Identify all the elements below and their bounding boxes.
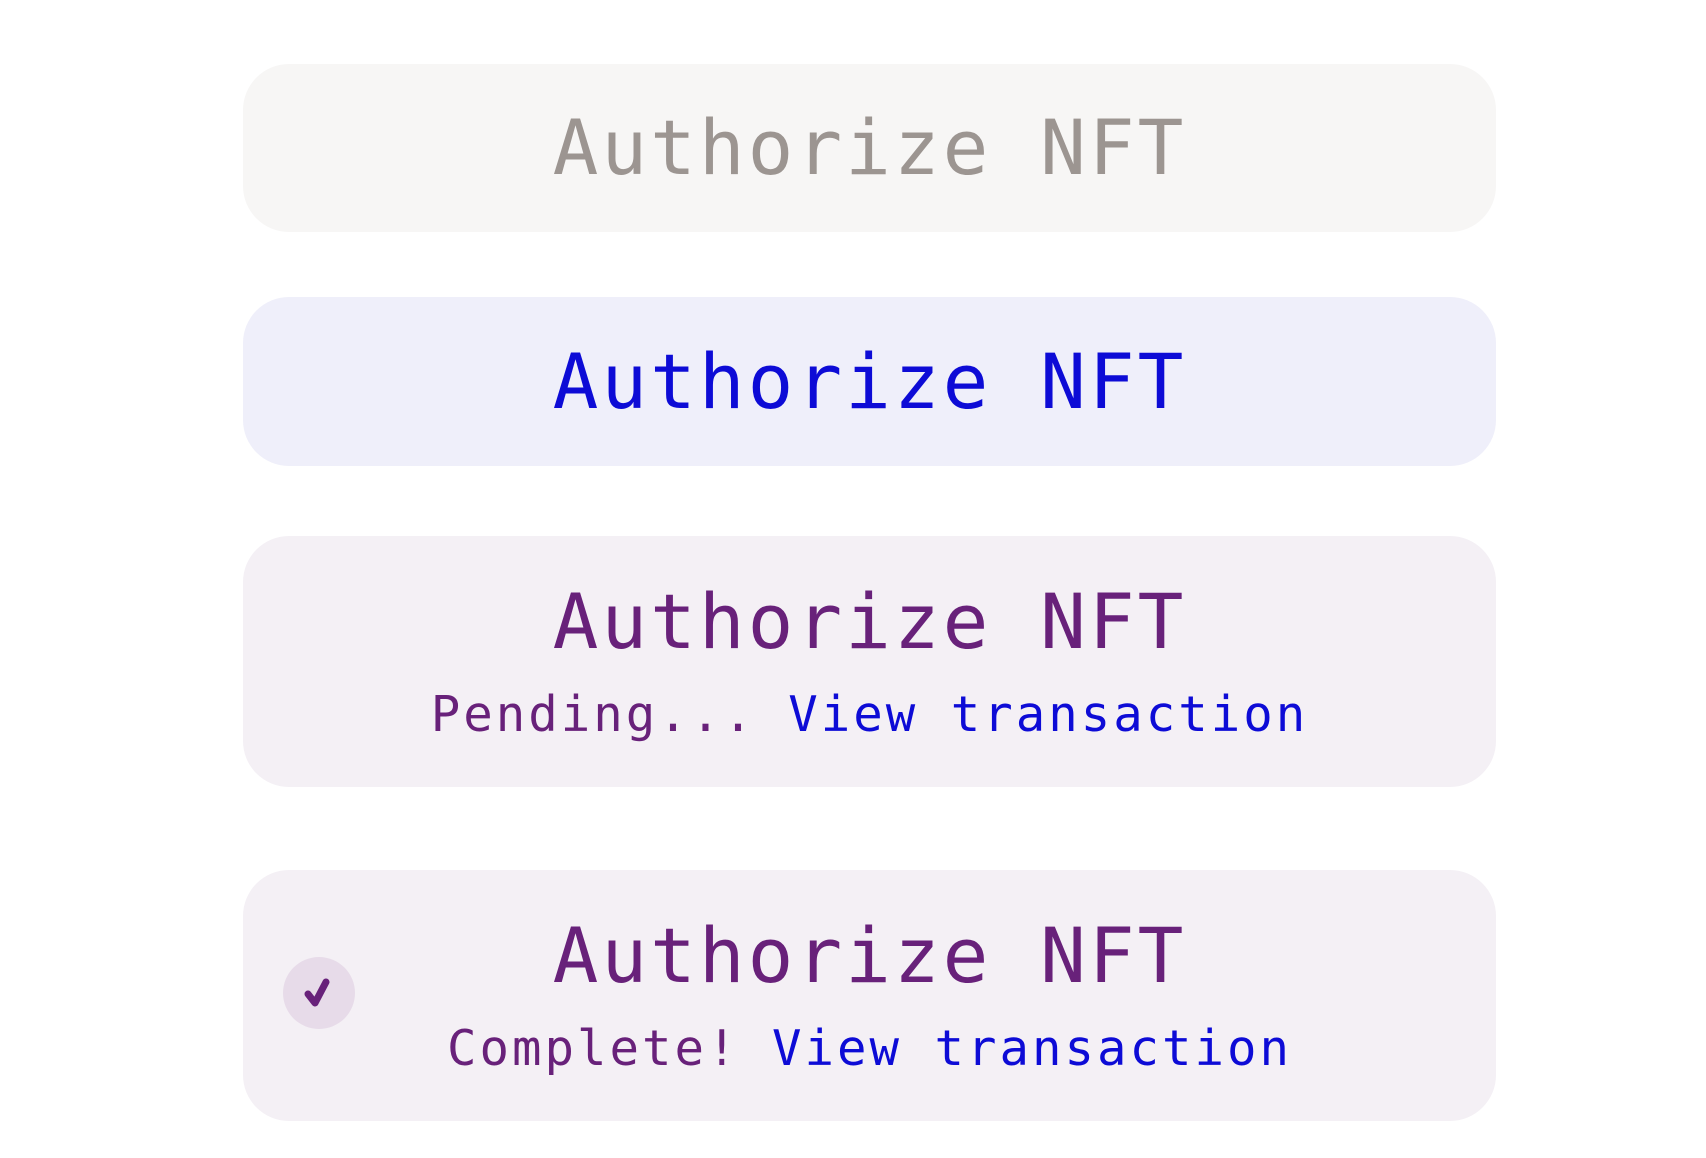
status-text: Pending... xyxy=(430,686,756,743)
status-text: Complete! xyxy=(446,1020,740,1077)
button-label: Authorize NFT xyxy=(552,911,1187,1000)
check-icon xyxy=(283,957,355,1029)
authorize-nft-button-disabled: Authorize NFT xyxy=(243,64,1496,232)
status-line: Pending... View transaction xyxy=(431,690,1309,739)
button-label: Authorize NFT xyxy=(552,336,1187,426)
view-transaction-link[interactable]: View transaction xyxy=(772,1020,1292,1077)
button-label: Authorize NFT xyxy=(552,577,1187,666)
status-line: Complete! View transaction xyxy=(447,1024,1292,1073)
authorize-nft-button-complete: Authorize NFT Complete! View transaction xyxy=(243,870,1496,1121)
authorize-nft-button-pending: Authorize NFT Pending... View transactio… xyxy=(243,536,1496,787)
view-transaction-link[interactable]: View transaction xyxy=(788,686,1308,743)
button-label: Authorize NFT xyxy=(552,103,1187,192)
authorize-nft-button[interactable]: Authorize NFT xyxy=(243,297,1496,466)
